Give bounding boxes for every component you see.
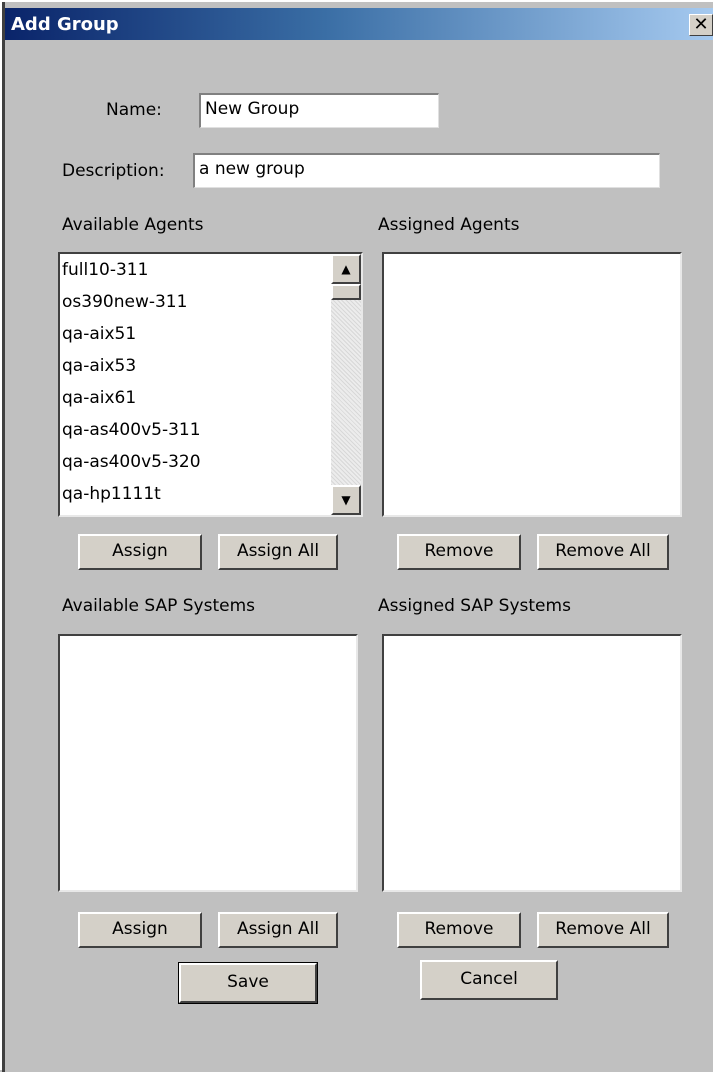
list-item[interactable]: qa-as400v5-311 xyxy=(60,414,361,446)
assigned-sap-systems-list[interactable] xyxy=(382,634,682,892)
list-item[interactable]: os390new-311 xyxy=(60,286,361,318)
window-title: Add Group xyxy=(11,14,119,35)
list-item[interactable]: qa-aix53 xyxy=(60,350,361,382)
available-sap-systems-label: Available SAP Systems xyxy=(62,596,255,616)
name-label: Name: xyxy=(106,100,162,120)
name-field[interactable]: New Group xyxy=(199,93,439,128)
title-bar[interactable]: Add Group ✕ xyxy=(5,8,713,40)
assigned-sap-systems-label: Assigned SAP Systems xyxy=(378,596,571,616)
scroll-up-button[interactable]: ▲ xyxy=(331,254,361,284)
assign-sap-system-button[interactable]: Assign xyxy=(78,912,202,948)
description-label: Description: xyxy=(62,161,165,181)
list-item[interactable]: qa-as400v5-320 xyxy=(60,446,361,478)
scroll-down-button[interactable]: ▼ xyxy=(331,485,361,515)
assign-all-sap-systems-button[interactable]: Assign All xyxy=(218,912,338,948)
available-agents-label: Available Agents xyxy=(62,215,204,235)
vertical-scrollbar[interactable]: ▲ ▼ xyxy=(331,254,361,515)
available-agents-items: full10-311 os390new-311 qa-aix51 qa-aix5… xyxy=(60,254,361,510)
close-button[interactable]: ✕ xyxy=(689,14,713,36)
list-item[interactable]: qa-aix61 xyxy=(60,382,361,414)
scroll-up-arrow-icon: ▲ xyxy=(341,262,351,276)
assign-all-agents-button[interactable]: Assign All xyxy=(218,534,338,570)
assigned-agents-list[interactable] xyxy=(382,252,682,517)
scroll-down-arrow-icon: ▼ xyxy=(341,493,351,507)
remove-agent-button[interactable]: Remove xyxy=(397,534,521,570)
list-item[interactable]: qa-hp1111t xyxy=(60,478,361,510)
scroll-thumb[interactable] xyxy=(331,284,361,300)
cancel-button[interactable]: Cancel xyxy=(420,960,558,1000)
available-sap-systems-list[interactable] xyxy=(58,634,358,892)
remove-sap-system-button[interactable]: Remove xyxy=(397,912,521,948)
save-button[interactable]: Save xyxy=(178,962,318,1004)
close-icon: ✕ xyxy=(693,14,709,35)
remove-all-agents-button[interactable]: Remove All xyxy=(537,534,669,570)
available-agents-list[interactable]: full10-311 os390new-311 qa-aix51 qa-aix5… xyxy=(58,252,363,517)
window-frame-edge xyxy=(2,2,5,1072)
list-item[interactable]: qa-aix51 xyxy=(60,318,361,350)
assign-agent-button[interactable]: Assign xyxy=(78,534,202,570)
add-group-dialog: Add Group ✕ Name: New Group Description:… xyxy=(0,0,713,1072)
remove-all-sap-systems-button[interactable]: Remove All xyxy=(537,912,669,948)
description-field[interactable]: a new group xyxy=(193,153,660,188)
list-item[interactable]: full10-311 xyxy=(60,254,361,286)
assigned-agents-label: Assigned Agents xyxy=(378,215,520,235)
